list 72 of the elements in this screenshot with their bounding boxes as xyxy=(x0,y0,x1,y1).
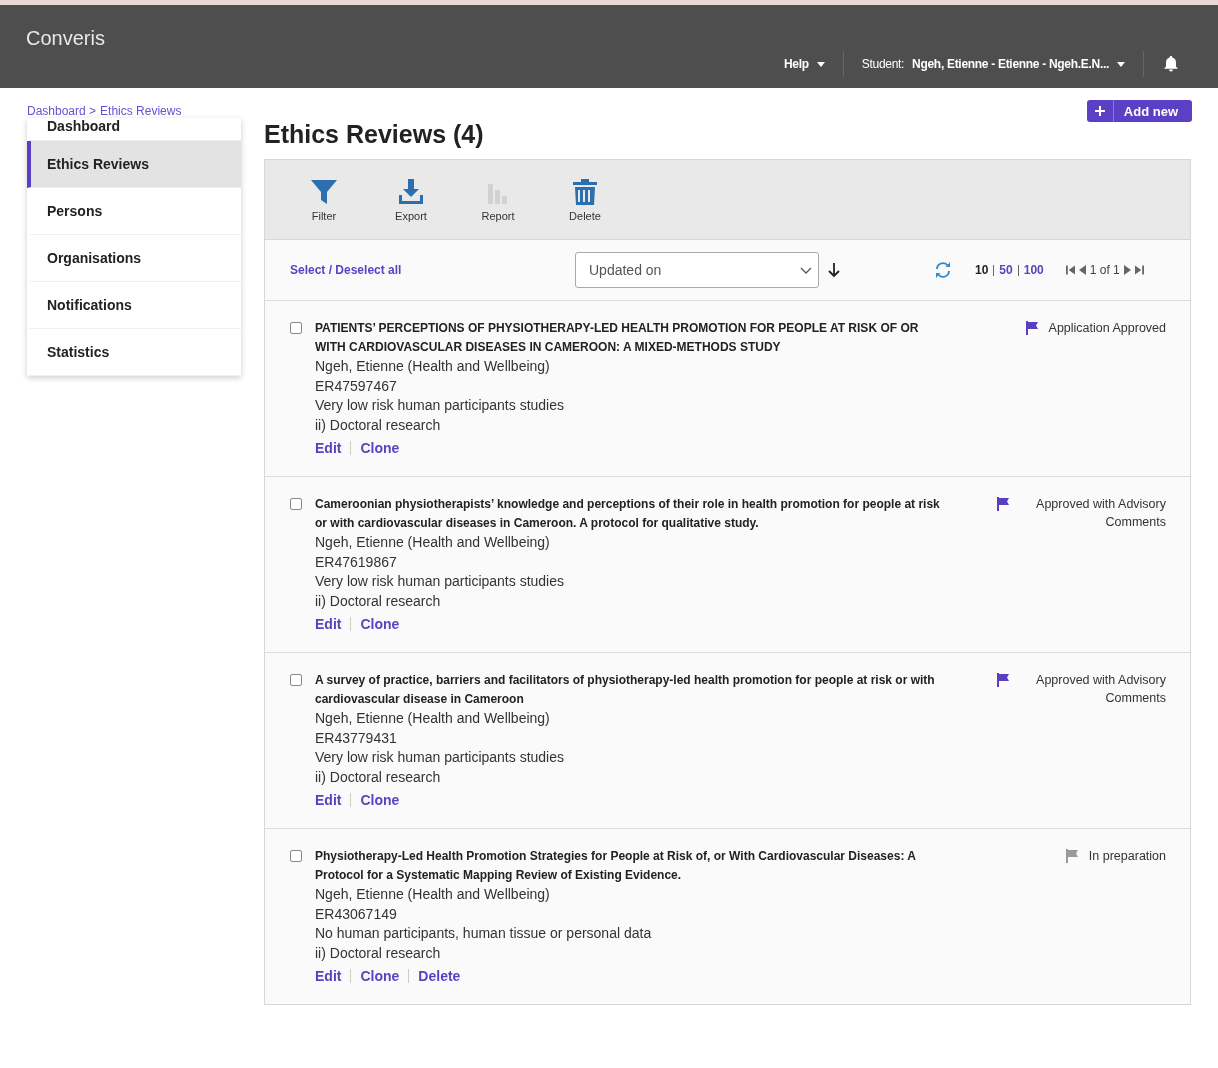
record-title[interactable]: A survey of practice, barriers and facilitators of physiotherapy-led health promotion for people at risk or with cardiovascular disease in Cameroon xyxy=(315,671,945,709)
record-detail: Ngeh, Etienne (Health and Wellbeing) xyxy=(315,885,551,904)
sidebar-item[interactable]: Ethics Reviews xyxy=(27,141,241,188)
record-detail: Ngeh, Etienne (Health and Wellbeing) xyxy=(315,357,551,376)
status-label: In preparation xyxy=(1088,848,1166,865)
add-new-button[interactable]: Add new xyxy=(1086,100,1192,122)
record-detail: Ngeh, Etienne (Health and Wellbeing) xyxy=(315,533,551,552)
page-size-link[interactable]: 100 xyxy=(1023,263,1044,277)
record-detail: Very low risk human participants studies xyxy=(315,572,565,591)
record-detail: ii) Doctoral research xyxy=(315,591,442,611)
status-label: Application Approved xyxy=(1048,320,1166,337)
sidebar-item[interactable]: Organisations xyxy=(27,235,241,282)
next-page-icon[interactable] xyxy=(1122,265,1132,275)
action-link[interactable]: Edit xyxy=(315,792,342,808)
help-menu[interactable]: Help xyxy=(765,57,843,71)
filter-icon xyxy=(310,178,338,206)
caret-icon xyxy=(816,61,825,67)
record-detail: ii) Doctoral research xyxy=(315,943,442,963)
page-indicator: 1 of 1 xyxy=(1089,263,1120,277)
record-detail: Very low risk human participants studies xyxy=(315,748,565,767)
toolbar-button[interactable]: Filter xyxy=(297,178,351,239)
page-size-link[interactable]: 50 xyxy=(999,263,1013,277)
toolbar-button[interactable]: Delete xyxy=(558,178,612,239)
previous-page-icon[interactable] xyxy=(1077,265,1087,275)
chevron-down-icon xyxy=(800,266,812,274)
action-link[interactable]: Edit xyxy=(315,968,342,984)
bell-icon[interactable] xyxy=(1164,56,1178,72)
record-detail: ER43779431 xyxy=(315,728,398,748)
record-detail: ER47597467 xyxy=(315,376,398,396)
record-title[interactable]: PATIENTS’ PERCEPTIONS OF PHYSIOTHERAPY-LED HEALTH PROMOTION FOR PEOPLE AT RISK OF OR WITH CARDIOVASCULAR DISEASES IN CAMEROON: A MIXED-METHODS STUDY xyxy=(315,319,945,357)
action-link[interactable]: Delete xyxy=(418,968,461,984)
sort-dropdown[interactable]: Updated on xyxy=(575,252,819,288)
caret-icon xyxy=(1117,61,1125,67)
checkbox[interactable] xyxy=(290,850,302,862)
breadcrumb-link[interactable]: Dashboard > xyxy=(27,104,97,118)
trash-icon xyxy=(571,178,599,206)
first-page-icon[interactable] xyxy=(1065,265,1075,275)
record-title[interactable]: Physiotherapy-Led Health Promotion Strategies for People at Risk of, or With Cardiovascular Diseases: A Protocol for a Systematic Mapping Review of Existing Evidence. xyxy=(315,847,945,885)
action-link[interactable]: Edit xyxy=(315,616,342,632)
status-label: Approved with Advisory Comments xyxy=(1035,496,1166,531)
record-detail: No human participants, human tissue or personal data xyxy=(315,924,653,943)
status-label: Approved with Advisory Comments xyxy=(1035,672,1166,707)
record-detail: ER43067149 xyxy=(315,904,398,924)
checkbox[interactable] xyxy=(290,674,302,686)
action-link[interactable]: Clone xyxy=(360,616,400,632)
breadcrumb-link[interactable]: Ethics Reviews xyxy=(100,104,182,118)
user-menu[interactable]: Student: Ngeh, Etienne - Etienne - Ngeh.E.N... xyxy=(843,57,1143,71)
page-size-link[interactable]: 10 xyxy=(975,263,989,277)
checkbox[interactable] xyxy=(290,322,302,334)
select-all-link[interactable]: Select / Deselect all xyxy=(290,263,575,277)
action-link[interactable]: Clone xyxy=(360,792,400,808)
app-logo[interactable]: Converis xyxy=(0,5,105,88)
action-link[interactable]: Clone xyxy=(360,440,400,456)
record-detail: Ngeh, Etienne (Health and Wellbeing) xyxy=(315,709,551,728)
record-detail: ER47619867 xyxy=(315,552,398,572)
checkbox[interactable] xyxy=(290,498,302,510)
sidebar-item[interactable]: Persons xyxy=(27,188,241,235)
download-icon xyxy=(397,178,425,206)
page-title: Ethics Reviews (4) xyxy=(264,120,484,149)
sidebar-item[interactable]: Notifications xyxy=(27,282,241,329)
refresh-icon[interactable] xyxy=(935,262,951,278)
record-title[interactable]: Cameroonian physiotherapists’ knowledge and perceptions of their role in health promotion for people at risk or with cardiovascular diseases in Cameroon. A protocol for qualitative study. xyxy=(315,495,945,533)
action-link[interactable]: Edit xyxy=(315,440,342,456)
toolbar-button[interactable]: Export xyxy=(384,178,438,239)
sidebar-item[interactable]: Statistics xyxy=(27,329,241,376)
action-link[interactable]: Clone xyxy=(360,968,400,984)
record-detail: ii) Doctoral research xyxy=(315,767,442,787)
record-detail: Very low risk human participants studies xyxy=(315,396,565,415)
last-page-icon[interactable] xyxy=(1134,265,1144,275)
plus-icon xyxy=(1094,106,1105,116)
record-detail: ii) Doctoral research xyxy=(315,415,442,435)
arrow-down-icon[interactable] xyxy=(827,262,841,278)
